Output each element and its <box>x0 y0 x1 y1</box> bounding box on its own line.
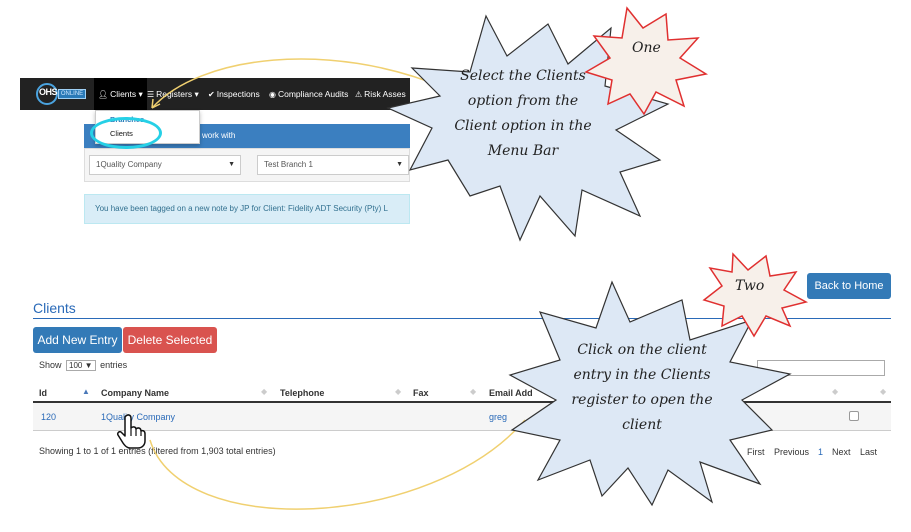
step-one-badge: One <box>632 40 661 56</box>
step-two-badge-burst <box>702 252 809 338</box>
hand-pointer-icon <box>117 414 146 449</box>
step-two-badge: Two <box>735 278 765 294</box>
step-two-instruction: Click on the client entry in the Clients… <box>571 342 713 433</box>
connector-line-two <box>149 419 526 510</box>
step-one-instruction: Select the Clients option from the Clien… <box>454 68 592 159</box>
connector-line-one <box>151 58 446 109</box>
